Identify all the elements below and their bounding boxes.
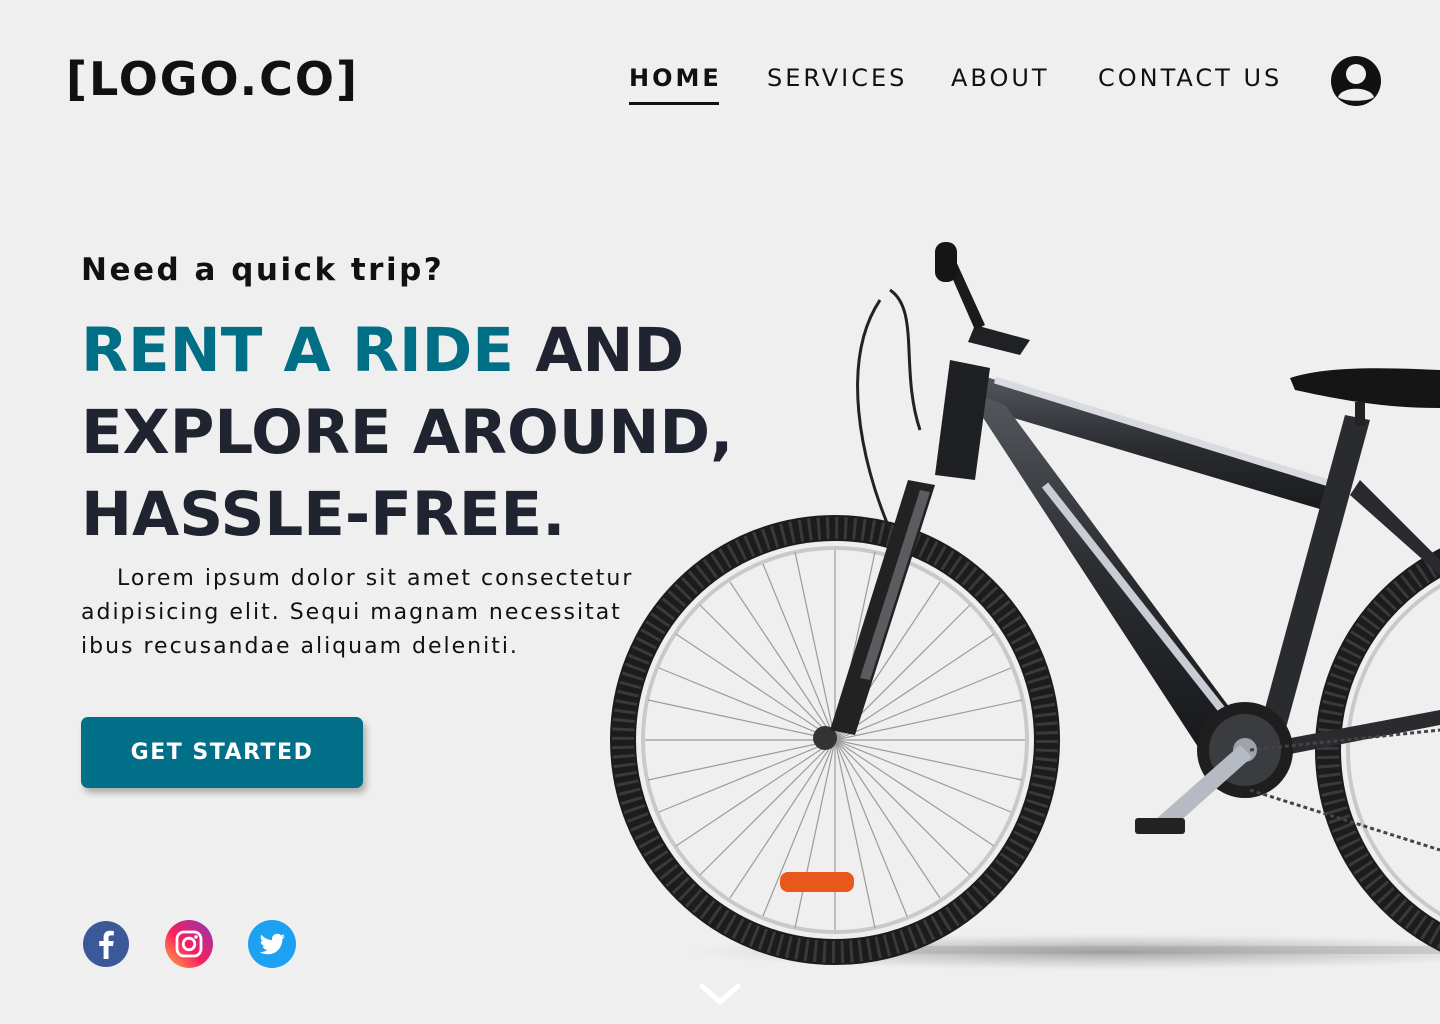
instagram-icon[interactable] <box>164 919 214 969</box>
get-started-button[interactable]: GET STARTED <box>81 717 363 788</box>
nav-home[interactable]: HOME <box>629 64 722 105</box>
front-wheel <box>610 515 1060 965</box>
headline-line-3: HASSLE-FREE. <box>81 479 566 550</box>
hero-description: Lorem ipsum dolor sit amet consectetur a… <box>81 562 671 664</box>
nav-about[interactable]: ABOUT <box>951 64 1050 92</box>
facebook-icon[interactable] <box>81 919 131 969</box>
hero-description-text: Lorem ipsum dolor sit amet consectetur a… <box>81 566 634 659</box>
main-nav: HOME SERVICES ABOUT CONTACT US <box>0 64 1440 124</box>
nav-services[interactable]: SERVICES <box>767 64 907 92</box>
headline-accent: RENT A RIDE <box>81 315 514 386</box>
bicycle-image <box>610 242 1440 970</box>
hero-eyebrow: Need a quick trip? <box>81 252 445 288</box>
rear-wheel <box>1315 548 1440 952</box>
user-circle-icon[interactable] <box>1330 55 1382 107</box>
twitter-icon[interactable] <box>247 919 297 969</box>
nav-contact-us[interactable]: CONTACT US <box>1098 64 1282 92</box>
